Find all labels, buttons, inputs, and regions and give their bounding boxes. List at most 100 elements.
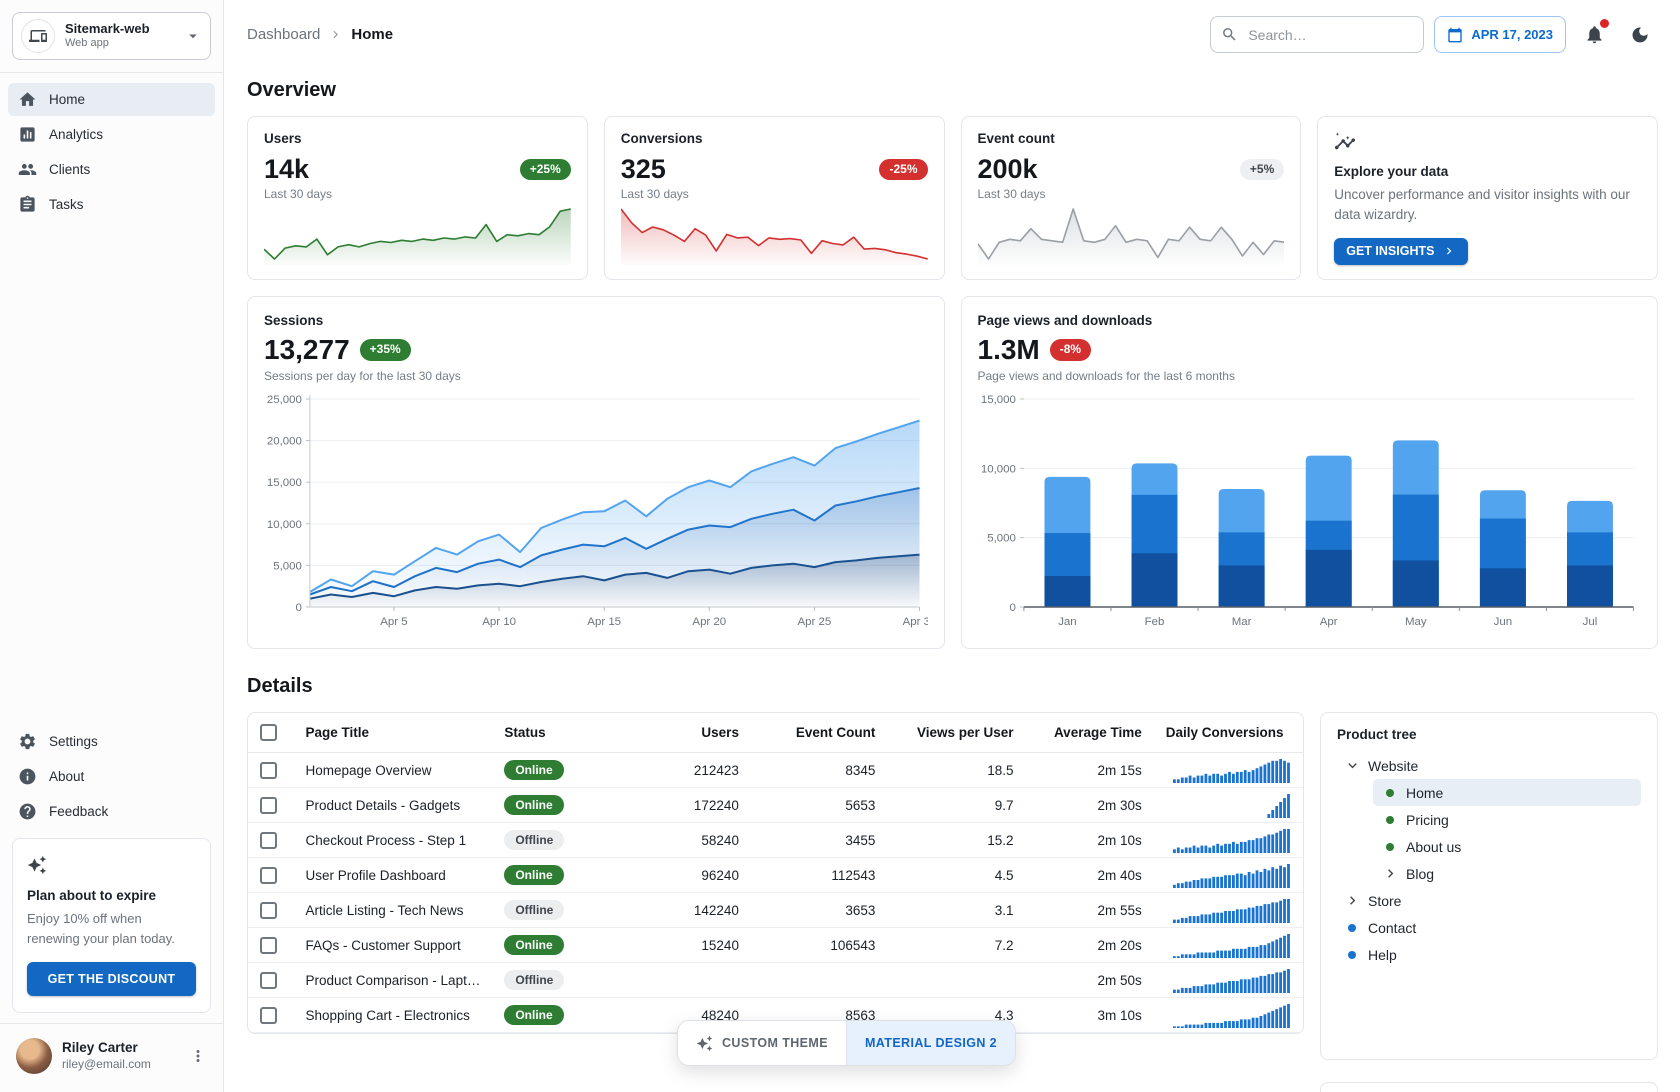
avatar [16, 1038, 52, 1074]
row-checkbox[interactable] [260, 867, 277, 884]
users-cell: 142240 [636, 893, 751, 928]
column-header[interactable]: Event Count [751, 713, 887, 753]
event-count-cell: 8345 [751, 753, 887, 788]
svg-text:May: May [1404, 616, 1426, 628]
views-per-user-cell: 18.5 [887, 753, 1025, 788]
tree-item-blog[interactable]: Blog [1373, 860, 1641, 887]
primary-nav: HomeAnalyticsClientsTasks [0, 73, 223, 221]
sidebar-item-home[interactable]: Home [8, 83, 215, 116]
pageviews-title: Page views and downloads [978, 313, 1642, 328]
stat-card-sparkline [978, 205, 1285, 265]
row-checkbox[interactable] [260, 1007, 277, 1024]
header-actions: APR 17, 2023 [1210, 16, 1658, 53]
devices-icon [21, 19, 55, 53]
chevron-right-icon [1344, 892, 1361, 909]
column-header[interactable]: Users [636, 713, 751, 753]
tree-item-label: Website [1368, 758, 1418, 774]
notifications-button[interactable] [1576, 17, 1612, 53]
app-select[interactable]: Sitemark-web Web app [12, 12, 211, 60]
status-badge: Online [504, 865, 563, 885]
status-badge: Online [504, 760, 563, 780]
tree-item-store[interactable]: Store [1337, 887, 1641, 914]
column-header[interactable]: Views per User [887, 713, 1025, 753]
status-badge: Online [504, 935, 563, 955]
get-insights-button[interactable]: GET INSIGHTS [1334, 238, 1468, 266]
daily-conversions-sparkline [1173, 792, 1291, 818]
get-discount-button[interactable]: GET THE DISCOUNT [27, 962, 196, 996]
event-count-cell: 3653 [751, 893, 887, 928]
breadcrumb-dashboard[interactable]: Dashboard [247, 26, 320, 43]
sparkle-icon [696, 1035, 713, 1052]
row-checkbox[interactable] [260, 902, 277, 919]
tree-item-pricing[interactable]: Pricing [1373, 806, 1641, 833]
table-row: User Profile DashboardOnline962401125434… [248, 858, 1303, 893]
stat-card-grid: Users14k+25%Last 30 daysConversions325-2… [247, 116, 1658, 280]
material-design-2-option[interactable]: MATERIAL DESIGN 2 [846, 1021, 1015, 1065]
daily-conversions-cell [1154, 753, 1303, 788]
row-checkbox[interactable] [260, 797, 277, 814]
sidebar-item-settings[interactable]: Settings [8, 725, 215, 758]
app-name: Sitemark-web [65, 21, 150, 37]
svg-text:Feb: Feb [1144, 616, 1164, 628]
user-name: Riley Carter [62, 1039, 151, 1057]
average-time-cell: 2m 10s [1026, 823, 1154, 858]
search-box[interactable] [1210, 16, 1424, 53]
breadcrumb-home: Home [351, 26, 393, 43]
search-input[interactable] [1246, 26, 1413, 44]
sidebar-item-tasks[interactable]: Tasks [8, 188, 215, 221]
status-badge: Offline [504, 830, 564, 850]
tree-item-about-us[interactable]: About us [1373, 833, 1641, 860]
tree-item-label: Store [1368, 893, 1401, 909]
sidebar-item-about[interactable]: About [8, 760, 215, 793]
sidebar-item-feedback[interactable]: Feedback [8, 795, 215, 828]
chevron-down-icon [1344, 757, 1361, 774]
material-design-2-label: MATERIAL DESIGN 2 [865, 1036, 997, 1050]
column-header[interactable]: Status [492, 713, 636, 753]
plan-card-title: Plan about to expire [27, 888, 196, 903]
tree-item-label: Pricing [1406, 812, 1449, 828]
page-title-cell: Product Details - Gadgets [306, 798, 461, 813]
row-checkbox[interactable] [260, 762, 277, 779]
average-time-cell: 2m 20s [1026, 928, 1154, 963]
svg-text:Jan: Jan [1058, 616, 1076, 628]
sparkline-chart [621, 205, 928, 265]
user-profile: Riley Carter riley@email.com [0, 1024, 223, 1092]
svg-text:Apr: Apr [1319, 616, 1337, 628]
column-header[interactable]: Average Time [1026, 713, 1154, 753]
average-time-cell: 2m 30s [1026, 788, 1154, 823]
sidebar-item-clients[interactable]: Clients [8, 153, 215, 186]
tree-dot-icon [1348, 924, 1356, 932]
daily-conversions-cell [1154, 788, 1303, 823]
theme-mode-button[interactable] [1622, 17, 1658, 53]
tree-dot-icon [1348, 951, 1356, 959]
tree-item-contact[interactable]: Contact [1337, 914, 1641, 941]
product-tree-card: Product tree WebsiteHomePricingAbout usB… [1320, 712, 1658, 1060]
tree-item-home[interactable]: Home [1373, 779, 1641, 806]
custom-theme-option[interactable]: CUSTOM THEME [678, 1021, 846, 1065]
row-checkbox[interactable] [260, 832, 277, 849]
svg-text:15,000: 15,000 [980, 394, 1015, 406]
column-header[interactable]: Daily Conversions [1154, 713, 1303, 753]
sidebar-item-label: Settings [49, 734, 98, 749]
users-cell [636, 963, 751, 998]
column-header[interactable]: Page Title [294, 713, 493, 753]
event-count-cell: 112543 [751, 858, 887, 893]
pageviews-value: 1.3M [978, 334, 1040, 366]
sidebar-item-analytics[interactable]: Analytics [8, 118, 215, 151]
date-picker-button[interactable]: APR 17, 2023 [1434, 16, 1566, 53]
daily-conversions-cell [1154, 823, 1303, 858]
row-checkbox[interactable] [260, 937, 277, 954]
row-checkbox[interactable] [260, 972, 277, 989]
tree-item-help[interactable]: Help [1337, 941, 1641, 968]
daily-conversions-sparkline [1173, 827, 1291, 853]
info-icon [18, 767, 37, 786]
explore-card-body: Uncover performance and visitor insights… [1334, 185, 1641, 226]
tree-item-website[interactable]: Website [1337, 752, 1641, 779]
app-layout: Sitemark-web Web app HomeAnalyticsClient… [0, 0, 1680, 1092]
more-vert-icon[interactable] [185, 1043, 211, 1069]
views-per-user-cell [887, 963, 1025, 998]
select-all-checkbox[interactable] [260, 724, 277, 741]
stat-card-event-count: Event count200k+5%Last 30 days [961, 116, 1302, 280]
users-cell: 96240 [636, 858, 751, 893]
chevron-right-icon [1382, 865, 1399, 882]
